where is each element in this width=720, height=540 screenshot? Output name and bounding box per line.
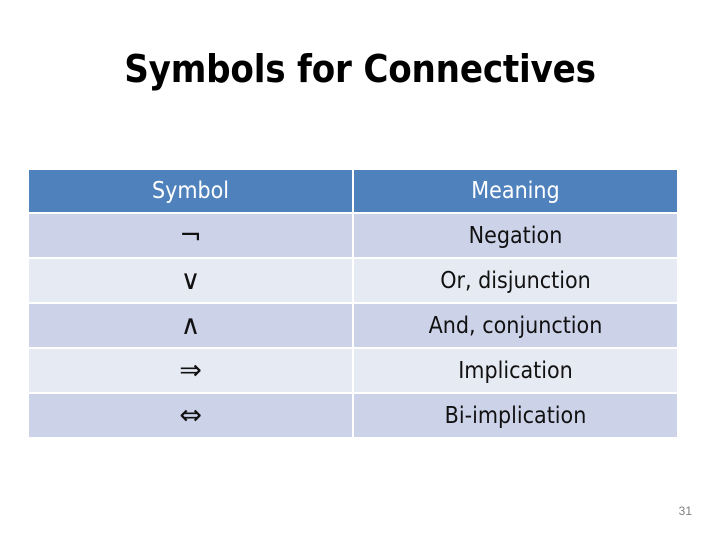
table-row: ¬ Negation [29, 214, 677, 259]
logical-and-sign-icon: ∧ [29, 304, 354, 349]
table-row: ∨ Or, disjunction [29, 259, 677, 304]
column-header-meaning: Meaning [354, 170, 677, 214]
slide-canvas: Symbols for Connectives Symbol Meaning ¬… [0, 0, 720, 540]
double-left-right-arrow-icon: ⇔ [29, 394, 354, 437]
table-header: Symbol Meaning [29, 170, 677, 214]
meaning-negation: Negation [354, 214, 677, 259]
double-right-arrow-icon: ⇒ [29, 349, 354, 394]
table-body: ¬ Negation ∨ Or, disjunction ∧ And, conj… [29, 214, 677, 437]
table-header-row: Symbol Meaning [29, 170, 677, 214]
meaning-conjunction: And, conjunction [354, 304, 677, 349]
negation-sign-icon: ¬ [29, 214, 354, 259]
connectives-table: Symbol Meaning ¬ Negation ∨ Or, disjunct… [29, 170, 677, 437]
table-row: ⇔ Bi-implication [29, 394, 677, 437]
page-number: 31 [678, 504, 692, 518]
table-row: ⇒ Implication [29, 349, 677, 394]
page-title: Symbols for Connectives [124, 47, 596, 91]
logical-or-sign-icon: ∨ [29, 259, 354, 304]
meaning-implication: Implication [354, 349, 677, 394]
column-header-symbol: Symbol [29, 170, 354, 214]
meaning-bi-implication: Bi-implication [354, 394, 677, 437]
meaning-disjunction: Or, disjunction [354, 259, 677, 304]
table-row: ∧ And, conjunction [29, 304, 677, 349]
